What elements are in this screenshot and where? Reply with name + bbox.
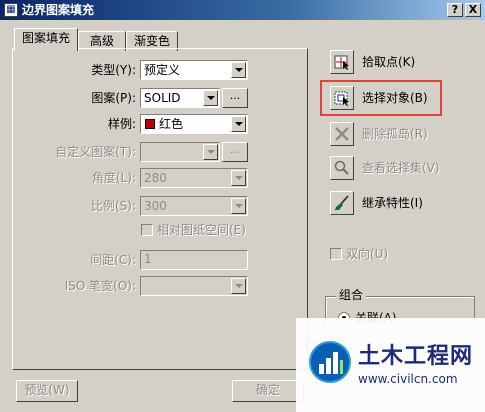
chevron-down-icon[interactable] xyxy=(231,198,246,214)
inherit-properties-button[interactable] xyxy=(330,191,354,215)
spacing-input[interactable]: 1 xyxy=(140,250,248,270)
remove-islands-icon xyxy=(335,127,349,141)
select-objects-button[interactable] xyxy=(330,86,354,110)
angle-value: 280 xyxy=(144,171,167,185)
remove-islands-button[interactable] xyxy=(330,122,354,146)
swatch-value: 红色 xyxy=(159,117,184,131)
tab-hatch[interactable]: 图案填充 xyxy=(14,28,78,51)
type-select[interactable]: 预定义 xyxy=(140,60,248,80)
pick-points-button[interactable] xyxy=(330,50,354,74)
relative-paper-label: 相对图纸空间(E) xyxy=(157,223,246,237)
paintbrush-icon xyxy=(334,195,349,211)
help-button[interactable]: ? xyxy=(447,3,463,17)
angle-select[interactable]: 280 xyxy=(140,168,248,188)
magnifier-icon xyxy=(334,160,349,175)
watermark-url: www.civilcn.com xyxy=(358,372,458,386)
view-selections-label: 查看选择集(V) xyxy=(362,161,440,175)
swatch-select[interactable]: 红色 xyxy=(140,114,248,134)
custom-pattern-browse-button[interactable]: ... xyxy=(222,142,248,162)
scale-value: 300 xyxy=(144,199,167,213)
ok-button[interactable]: 确定 xyxy=(232,380,304,402)
pick-points-icon xyxy=(334,55,349,70)
relative-paper-checkbox[interactable] xyxy=(141,224,153,236)
chevron-down-icon[interactable] xyxy=(231,62,246,78)
swatch-label: 样例: xyxy=(107,117,136,131)
iso-pen-select[interactable] xyxy=(140,276,248,296)
spacing-label: 间距(C): xyxy=(90,253,136,267)
double-checkbox[interactable] xyxy=(330,248,342,260)
chevron-down-icon[interactable] xyxy=(203,90,218,106)
select-objects-icon xyxy=(334,91,349,106)
type-value: 预定义 xyxy=(144,63,181,77)
custom-pattern-label: 自定义图案(T): xyxy=(55,145,136,159)
preview-button[interactable]: 预览(W) xyxy=(16,380,78,402)
scale-label: 比例(S): xyxy=(90,199,136,213)
pick-points-label: 拾取点(K) xyxy=(362,55,416,69)
double-label: 双向(U) xyxy=(346,247,389,261)
chevron-down-icon[interactable] xyxy=(203,144,218,160)
type-label: 类型(Y): xyxy=(91,63,136,77)
watermark-title: 土木工程网 xyxy=(358,344,474,369)
angle-label: 角度(L): xyxy=(91,171,136,185)
chevron-down-icon[interactable] xyxy=(231,278,246,294)
window-title: 边界图案填充 xyxy=(22,3,95,17)
watermark-logo xyxy=(308,340,352,384)
pattern-select[interactable]: SOLID xyxy=(140,88,220,108)
pattern-browse-button[interactable]: ... xyxy=(222,88,248,108)
select-objects-label: 选择对象(B) xyxy=(362,91,428,105)
iso-pen-label: ISO 笔宽(O): xyxy=(64,279,136,293)
chevron-down-icon[interactable] xyxy=(231,170,246,186)
remove-islands-label: 删除孤岛(R) xyxy=(362,127,428,141)
chevron-down-icon[interactable] xyxy=(231,116,246,132)
scale-select[interactable]: 300 xyxy=(140,196,248,216)
color-swatch xyxy=(145,119,155,129)
close-button[interactable]: X xyxy=(465,3,481,17)
composition-legend: 组合 xyxy=(336,288,367,302)
pattern-label: 图案(P): xyxy=(91,91,136,105)
app-icon: ▦ xyxy=(4,3,18,17)
custom-pattern-select[interactable] xyxy=(140,142,220,162)
pattern-value: SOLID xyxy=(144,91,181,105)
inherit-properties-label: 继承特性(I) xyxy=(362,196,423,210)
view-selections-button[interactable] xyxy=(330,156,354,180)
